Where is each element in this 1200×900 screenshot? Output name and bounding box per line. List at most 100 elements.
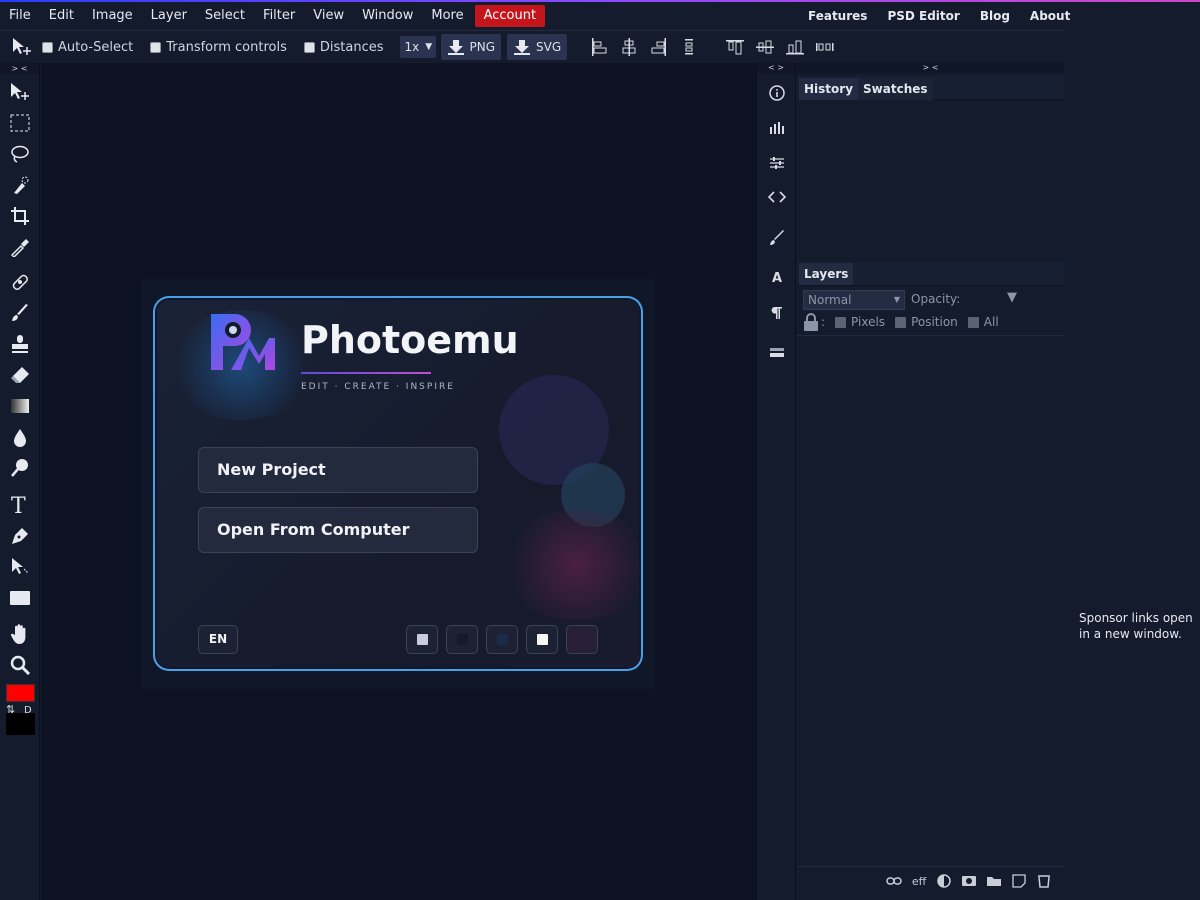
distribute-h-icon[interactable] [677, 35, 701, 59]
layer-effects-button[interactable]: eff [911, 873, 927, 889]
menu-layer[interactable]: Layer [142, 5, 196, 27]
align-top-icon[interactable] [723, 35, 747, 59]
lock-pixels-checkbox[interactable] [835, 316, 847, 328]
tab-layers[interactable]: Layers [799, 263, 854, 285]
theme-button-light-gray[interactable] [406, 625, 438, 654]
eraser-icon[interactable] [8, 363, 32, 387]
lock-separator: : [821, 315, 826, 329]
lasso-icon[interactable] [8, 142, 32, 166]
link-about[interactable]: About [1020, 5, 1080, 27]
path-select-icon[interactable] [8, 555, 32, 579]
opacity-control[interactable]: Opacity: ▼ [911, 290, 1017, 306]
canvas-area[interactable]: Photoemu EDIT · CREATE · INSPIRE New Pro… [41, 63, 756, 900]
marquee-select-icon[interactable] [8, 111, 32, 135]
transform-controls-box[interactable] [150, 41, 162, 53]
lock-icon [804, 313, 818, 331]
move-tool-icon[interactable] [8, 80, 32, 104]
align-left-icon[interactable] [587, 35, 611, 59]
tools-collapse-toggle[interactable]: > < [0, 63, 39, 74]
theme-button-dark[interactable] [446, 625, 478, 654]
blur-icon[interactable] [8, 425, 32, 449]
distances-box[interactable] [303, 41, 315, 53]
menu-select[interactable]: Select [196, 5, 254, 27]
auto-select-checkbox[interactable]: Auto-Select [42, 40, 133, 55]
menu-filter[interactable]: Filter [254, 5, 304, 27]
menu-image[interactable]: Image [83, 5, 142, 27]
move-tool-icon[interactable] [10, 35, 34, 59]
link-layers-icon[interactable] [886, 873, 902, 889]
layer-mask-icon[interactable] [961, 873, 977, 889]
export-svg-button[interactable]: SVG [507, 34, 568, 60]
tab-swatches[interactable]: Swatches [858, 78, 933, 100]
link-features[interactable]: Features [798, 5, 877, 27]
menubar: File Edit Image Layer Select Filter View… [0, 2, 1200, 30]
align-bottom-icon[interactable] [783, 35, 807, 59]
export-png-button[interactable]: PNG [440, 34, 502, 60]
character-icon[interactable]: A [765, 266, 789, 290]
rectangle-shape-icon[interactable] [8, 586, 32, 610]
export-svg-label: SVG [536, 40, 562, 54]
histogram-icon[interactable] [765, 116, 789, 140]
panel-icon-column: < > A [756, 63, 796, 900]
crop-icon[interactable] [8, 204, 32, 228]
menu-view[interactable]: View [304, 5, 353, 27]
delete-layer-icon[interactable] [1036, 873, 1052, 889]
start-dialog: Photoemu EDIT · CREATE · INSPIRE New Pro… [155, 298, 641, 669]
iconcol-collapse-toggle[interactable]: < > [757, 63, 795, 73]
download-icon [514, 40, 531, 55]
right-panels: > < History Swatches Layers Normal ▼ Opac… [797, 63, 1064, 900]
theme-button-white[interactable] [526, 625, 558, 654]
tab-history[interactable]: History [799, 78, 859, 100]
export-scale-select[interactable]: 1x ▼ [399, 36, 436, 58]
info-icon[interactable] [765, 81, 789, 105]
align-center-h-icon[interactable] [617, 35, 641, 59]
align-right-icon[interactable] [647, 35, 671, 59]
panels-collapse-toggle[interactable]: > < [797, 63, 1064, 73]
menu-more[interactable]: More [422, 5, 472, 27]
new-group-folder-icon[interactable] [986, 873, 1002, 889]
transform-controls-checkbox[interactable]: Transform controls [150, 40, 287, 55]
lock-position-checkbox[interactable] [895, 316, 907, 328]
quick-select-icon[interactable] [8, 173, 32, 197]
zoom-tool-icon[interactable] [8, 653, 32, 677]
link-psd-editor[interactable]: PSD Editor [877, 5, 969, 27]
blend-mode-select[interactable]: Normal ▼ [803, 290, 905, 310]
opacity-dropdown-icon[interactable]: ▼ [1007, 290, 1017, 305]
css-code-icon[interactable] [765, 185, 789, 209]
language-button[interactable]: EN [198, 625, 238, 654]
layers-tab-bar: Layers [797, 262, 1064, 286]
link-blog[interactable]: Blog [970, 5, 1020, 27]
theme-button-purple[interactable] [566, 625, 598, 654]
background-color-swatch[interactable] [6, 713, 35, 735]
pen-tool-icon[interactable] [8, 524, 32, 548]
brush-settings-icon[interactable] [765, 226, 789, 250]
layer-comps-icon[interactable] [765, 341, 789, 365]
menu-window[interactable]: Window [353, 5, 422, 27]
lock-all-checkbox[interactable] [967, 316, 979, 328]
clone-stamp-icon[interactable] [8, 332, 32, 356]
new-project-button[interactable]: New Project [198, 447, 478, 493]
distribute-v-icon[interactable] [813, 35, 837, 59]
theme-swatch [496, 634, 508, 645]
hand-tool-icon[interactable] [8, 622, 32, 646]
brush-icon[interactable] [8, 301, 32, 325]
new-layer-icon[interactable] [1011, 873, 1027, 889]
align-middle-v-icon[interactable] [753, 35, 777, 59]
adjustment-layer-icon[interactable] [936, 873, 952, 889]
gradient-icon[interactable] [8, 394, 32, 418]
open-from-computer-button[interactable]: Open From Computer [198, 507, 478, 553]
text-tool-icon[interactable]: T [8, 493, 32, 517]
healing-brush-icon[interactable] [8, 270, 32, 294]
menu-edit[interactable]: Edit [40, 5, 83, 27]
menu-file[interactable]: File [0, 5, 40, 27]
menu-account[interactable]: Account [474, 5, 546, 27]
theme-button-navy[interactable] [486, 625, 518, 654]
adjustments-icon[interactable] [765, 151, 789, 175]
layers-footer-divider [797, 866, 1064, 867]
paragraph-icon[interactable] [765, 301, 789, 325]
dodge-icon[interactable] [8, 456, 32, 480]
auto-select-box[interactable] [42, 41, 53, 53]
distances-checkbox[interactable]: Distances [303, 40, 384, 55]
foreground-color-swatch[interactable] [6, 684, 35, 702]
eyedropper-icon[interactable] [8, 235, 32, 259]
